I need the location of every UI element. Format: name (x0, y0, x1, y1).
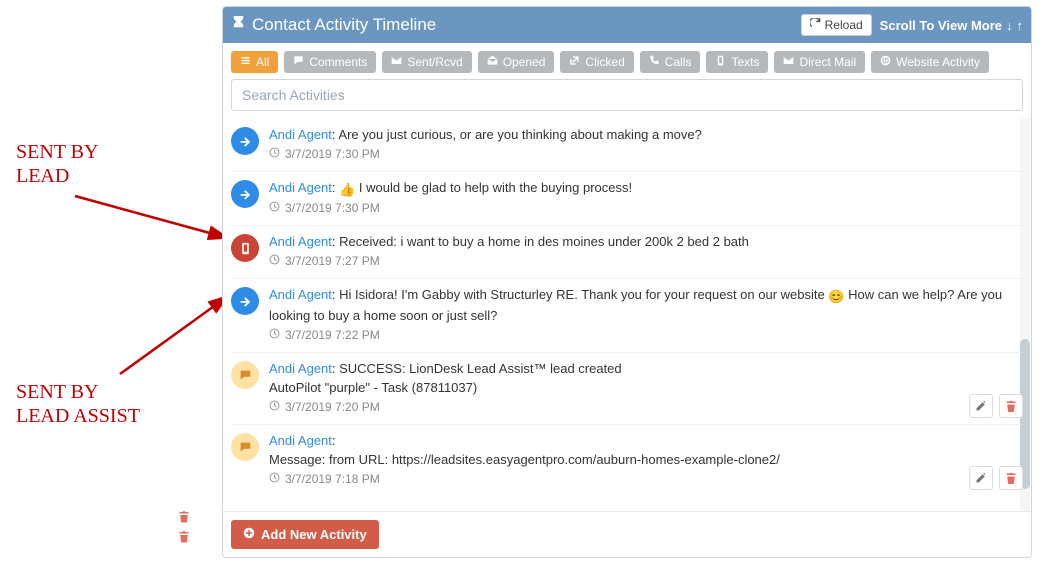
clock-icon (269, 472, 280, 486)
activity-text: : Received: i want to buy a home in des … (332, 234, 749, 249)
contact-activity-panel: Contact Activity Timeline Reload Scroll … (222, 6, 1032, 558)
agent-link[interactable]: Andi Agent (269, 234, 332, 249)
sent-icon (231, 127, 259, 155)
activity-timestamp: 3/7/2019 7:22 PM (269, 328, 1023, 342)
agent-link[interactable]: Andi Agent (269, 433, 332, 448)
delete-button[interactable] (999, 466, 1023, 490)
edit-button[interactable] (969, 394, 993, 418)
activity-timestamp: 3/7/2019 7:18 PM (269, 472, 1023, 486)
open-envelope-icon (487, 55, 498, 69)
activity-item: Andi Agent: Message: from URL: https://l… (231, 425, 1023, 496)
filter-tabs: All Comments Sent/Rcvd Opened Clicked Ca… (223, 43, 1031, 79)
filter-website[interactable]: Website Activity (871, 51, 989, 73)
scroll-hint[interactable]: Scroll To View More ↓ ↑ (880, 18, 1023, 33)
clock-icon (269, 201, 280, 215)
comment-icon (231, 361, 259, 389)
list-icon (240, 55, 251, 69)
trash-icon[interactable] (178, 510, 190, 526)
activity-timestamp: 3/7/2019 7:30 PM (269, 201, 1023, 215)
activity-item: Andi Agent: SUCCESS: LionDesk Lead Assis… (231, 353, 1023, 425)
edit-button[interactable] (969, 466, 993, 490)
clock-icon (269, 254, 280, 268)
globe-icon (880, 55, 891, 69)
activity-item: Andi Agent: Are you just curious, or are… (231, 119, 1023, 172)
agent-link[interactable]: Andi Agent (269, 361, 332, 376)
thumbs-up-emoji: 👍 (339, 180, 355, 200)
activity-timestamp: 3/7/2019 7:20 PM (269, 400, 1023, 414)
activity-extra: Message: from URL: https://leadsites.eas… (269, 450, 1023, 470)
sent-icon (231, 180, 259, 208)
panel-title: Contact Activity Timeline (231, 15, 436, 35)
reload-button[interactable]: Reload (801, 14, 872, 36)
clock-icon (269, 328, 280, 342)
add-new-activity-button[interactable]: Add New Activity (231, 520, 379, 549)
trash-icon[interactable] (178, 530, 190, 546)
activity-timestamp: 3/7/2019 7:27 PM (269, 254, 1023, 268)
mobile-icon (715, 55, 726, 69)
annotation-region: SENT BY LEAD SENT BY LEAD ASSIST (0, 0, 220, 564)
agent-link[interactable]: Andi Agent (269, 180, 332, 195)
hourglass-icon (231, 15, 246, 35)
activity-extra: AutoPilot "purple" - Task (87811037) (269, 378, 1023, 398)
smile-emoji: 😊 (828, 287, 844, 307)
arrow-down-icon: ↓ (1006, 18, 1013, 33)
activity-text: I would be glad to help with the buying … (355, 180, 632, 195)
annotation-sent-by-lead-assist: SENT BY LEAD ASSIST (16, 380, 140, 428)
panel-footer: Add New Activity (223, 511, 1031, 557)
envelope-icon (391, 55, 402, 69)
arrow-up-icon: ↑ (1017, 18, 1024, 33)
activity-item: Andi Agent: 👍 I would be glad to help wi… (231, 172, 1023, 227)
activity-text: : Are you just curious, or are you think… (332, 127, 702, 142)
panel-header: Contact Activity Timeline Reload Scroll … (223, 7, 1031, 43)
envelope-icon (783, 55, 794, 69)
filter-directmail[interactable]: Direct Mail (774, 51, 865, 73)
delete-button[interactable] (999, 394, 1023, 418)
phone-icon (649, 55, 660, 69)
filter-texts[interactable]: Texts (706, 51, 768, 73)
activity-text: : SUCCESS: LionDesk Lead Assist™ lead cr… (332, 361, 622, 376)
comment-icon (293, 55, 304, 69)
annotation-sent-by-lead: SENT BY LEAD (16, 140, 98, 188)
comment-icon (231, 433, 259, 461)
filter-clicked[interactable]: Clicked (560, 51, 633, 73)
refresh-icon (810, 18, 821, 32)
agent-link[interactable]: Andi Agent (269, 287, 332, 302)
external-link-icon (569, 55, 580, 69)
clock-icon (269, 147, 280, 161)
clock-icon (269, 400, 280, 414)
filter-calls[interactable]: Calls (640, 51, 701, 73)
activity-item: Andi Agent: Received: i want to buy a ho… (231, 226, 1023, 279)
activity-item: Andi Agent: Hi Isidora! I'm Gabby with S… (231, 279, 1023, 353)
activity-timestamp: 3/7/2019 7:30 PM (269, 147, 1023, 161)
filter-all[interactable]: All (231, 51, 278, 73)
filter-comments[interactable]: Comments (284, 51, 376, 73)
activity-scroll[interactable]: Andi Agent: Are you just curious, or are… (223, 119, 1031, 511)
sent-icon (231, 287, 259, 315)
received-icon (231, 234, 259, 262)
search-input[interactable] (231, 79, 1023, 111)
activity-list: Andi Agent: Are you just curious, or are… (223, 119, 1031, 496)
filter-opened[interactable]: Opened (478, 51, 555, 73)
plus-icon (243, 527, 255, 542)
filter-sentrcvd[interactable]: Sent/Rcvd (382, 51, 471, 73)
agent-link[interactable]: Andi Agent (269, 127, 332, 142)
